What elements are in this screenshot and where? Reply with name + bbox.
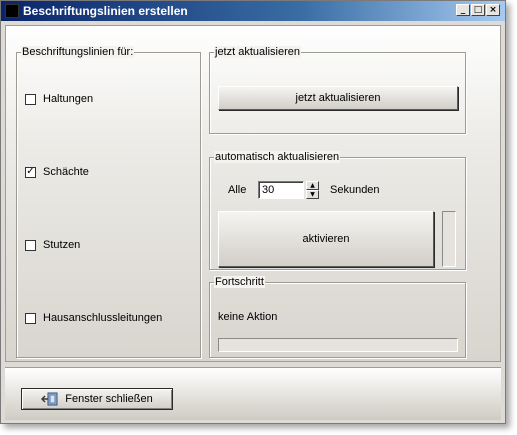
- auto-update-legend: automatisch aktualisieren: [214, 151, 341, 163]
- checkbox-stutzen[interactable]: [25, 239, 36, 251]
- checkbox-row-hausanschlussleitungen[interactable]: Hausanschlussleitungen: [25, 311, 162, 325]
- app-icon[interactable]: [5, 4, 19, 18]
- dialog-footer: Fenster schließen: [5, 367, 501, 420]
- interval-suffix: Sekunden: [330, 184, 380, 196]
- interval-stepper[interactable]: ▲ ▼: [306, 181, 319, 199]
- update-now-legend: jetzt aktualisieren: [214, 46, 301, 58]
- checkbox-label-haltungen: Haltungen: [43, 93, 94, 105]
- checkbox-row-schaechte[interactable]: ✓ Schächte: [25, 165, 89, 179]
- progress-status: keine Aktion: [218, 311, 278, 323]
- interval-input[interactable]: [258, 181, 304, 199]
- checkbox-row-haltungen[interactable]: Haltungen: [25, 92, 93, 106]
- maximize-button[interactable]: □: [471, 4, 485, 16]
- close-window-footer-button[interactable]: Fenster schließen: [21, 388, 173, 410]
- exit-door-icon: [41, 392, 59, 406]
- progress-bar: [218, 338, 458, 352]
- activate-button[interactable]: aktivieren: [218, 211, 434, 267]
- checkbox-schaechte[interactable]: ✓: [25, 166, 36, 178]
- interval-prefix: Alle: [228, 184, 247, 196]
- progress-group: Fortschritt keine Aktion: [209, 276, 466, 358]
- labels-for-legend: Beschriftungslinien für:: [21, 46, 135, 58]
- checkbox-label-hausanschlussleitungen: Hausanschlussleitungen: [43, 312, 163, 324]
- auto-update-group: automatisch aktualisieren Alle ▲ ▼ Sekun…: [209, 151, 466, 270]
- checkbox-label-stutzen: Stutzen: [43, 239, 81, 251]
- labels-for-group: Beschriftungslinien für: Haltungen ✓ Sch…: [16, 46, 201, 358]
- close-window-button[interactable]: ×: [486, 4, 500, 16]
- update-now-button[interactable]: jetzt aktualisieren: [218, 86, 458, 110]
- checkbox-haltungen[interactable]: [25, 93, 36, 105]
- title-bar[interactable]: Beschriftungslinien erstellen _ □ ×: [1, 1, 505, 21]
- progress-legend: Fortschritt: [214, 276, 265, 288]
- update-now-group: jetzt aktualisieren jetzt aktualisieren: [209, 46, 466, 134]
- close-window-label: Fenster schließen: [65, 393, 153, 405]
- interval-up-icon[interactable]: ▲: [306, 181, 319, 190]
- auto-update-indicator: [442, 211, 456, 267]
- checkbox-row-stutzen[interactable]: Stutzen: [25, 238, 80, 252]
- dialog-content: Beschriftungslinien für: Haltungen ✓ Sch…: [5, 25, 501, 362]
- dialog-window: Beschriftungslinien erstellen _ □ × Besc…: [0, 0, 506, 424]
- checkbox-hausanschlussleitungen[interactable]: [25, 312, 36, 324]
- interval-down-icon[interactable]: ▼: [306, 190, 319, 199]
- window-title: Beschriftungslinien erstellen: [23, 4, 188, 18]
- minimize-button[interactable]: _: [456, 4, 470, 16]
- checkbox-label-schaechte: Schächte: [43, 166, 89, 178]
